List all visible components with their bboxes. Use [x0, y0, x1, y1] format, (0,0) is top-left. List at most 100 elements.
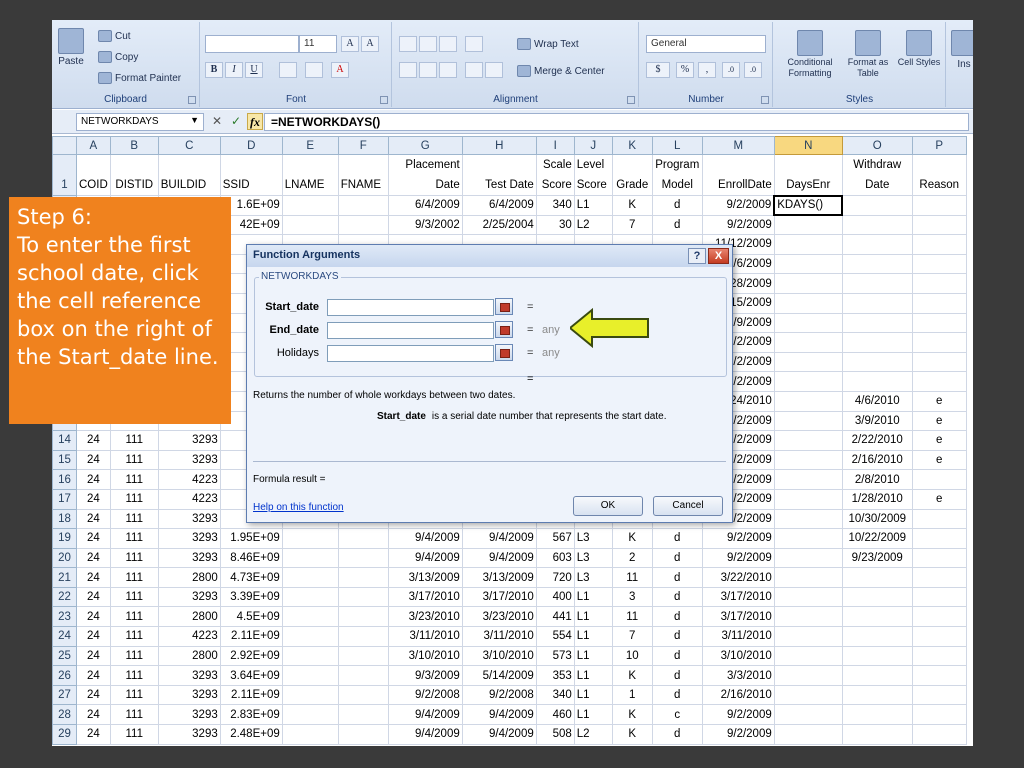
cell[interactable]: [281, 684, 339, 706]
cancel-button[interactable]: Cancel: [653, 496, 723, 516]
cell[interactable]: 9/2/2009: [701, 724, 775, 745]
cell[interactable]: 3293: [157, 704, 221, 726]
cell[interactable]: 3293: [157, 665, 221, 686]
row-header[interactable]: 20: [52, 547, 77, 569]
cell[interactable]: [841, 704, 913, 726]
cell[interactable]: 603: [535, 547, 575, 569]
cell[interactable]: 3293: [157, 547, 221, 569]
cell[interactable]: [773, 430, 843, 451]
header-cell[interactable]: Withdraw Date: [841, 154, 913, 196]
cell[interactable]: 3/17/2010: [461, 586, 537, 608]
align-bottom-button[interactable]: [439, 36, 457, 52]
cell[interactable]: d: [651, 645, 703, 667]
column-header[interactable]: C: [157, 136, 221, 155]
cell[interactable]: 3/11/2010: [461, 626, 537, 647]
cell[interactable]: L1: [573, 645, 613, 667]
cell[interactable]: [773, 528, 843, 549]
cell[interactable]: [773, 469, 843, 490]
cell[interactable]: 111: [109, 645, 159, 667]
row-header[interactable]: 19: [52, 528, 77, 549]
cell[interactable]: 9/4/2009: [387, 704, 463, 726]
cell[interactable]: [337, 684, 389, 706]
cell[interactable]: 8.46E+09: [219, 547, 283, 569]
column-header[interactable]: H: [461, 136, 537, 155]
align-right-button[interactable]: [439, 62, 457, 78]
cell[interactable]: [911, 547, 967, 569]
cell-styles-button[interactable]: Cell Styles: [896, 30, 942, 68]
cell[interactable]: 24: [76, 665, 111, 686]
cell[interactable]: 2800: [157, 606, 221, 628]
row-header[interactable]: 28: [52, 704, 77, 726]
header-cell[interactable]: Placement Date: [387, 154, 463, 196]
cell[interactable]: [337, 528, 389, 549]
header-cell[interactable]: Level Score: [573, 154, 613, 196]
cell[interactable]: 4.73E+09: [219, 567, 283, 588]
cell[interactable]: [773, 292, 843, 314]
cell[interactable]: L2: [573, 724, 613, 745]
column-header[interactable]: J: [573, 136, 613, 155]
start-date-collapse-button[interactable]: [495, 298, 513, 315]
cell[interactable]: 9/4/2009: [461, 724, 537, 745]
cell[interactable]: 24: [76, 567, 111, 588]
cell[interactable]: 554: [535, 626, 575, 647]
cell[interactable]: 2/8/2010: [841, 469, 913, 490]
cell[interactable]: [911, 684, 967, 706]
cell[interactable]: [841, 586, 913, 608]
formula-input[interactable]: =NETWORKDAYS(): [264, 113, 969, 131]
cell[interactable]: K: [611, 724, 653, 745]
header-cell[interactable]: Reason: [911, 154, 967, 196]
cell[interactable]: [841, 606, 913, 628]
cell[interactable]: 10: [611, 645, 653, 667]
cell[interactable]: [911, 214, 967, 236]
cell[interactable]: 441: [535, 606, 575, 628]
cell[interactable]: L3: [573, 567, 613, 588]
cut-button[interactable]: Cut: [98, 30, 131, 42]
font-size-combo[interactable]: 11: [299, 35, 337, 53]
decrease-decimal-button[interactable]: .0: [744, 62, 762, 78]
cell[interactable]: 400: [535, 586, 575, 608]
cell[interactable]: [337, 645, 389, 667]
cell[interactable]: L1: [573, 606, 613, 628]
copy-button[interactable]: Copy: [98, 51, 138, 63]
cell[interactable]: [773, 234, 843, 255]
start-date-input[interactable]: [327, 298, 494, 316]
cell[interactable]: [281, 665, 339, 686]
cell[interactable]: 30: [535, 214, 575, 236]
cell[interactable]: [281, 724, 339, 745]
font-launcher[interactable]: [380, 96, 388, 104]
cell[interactable]: 111: [109, 449, 159, 471]
cell[interactable]: [911, 665, 967, 686]
cell[interactable]: 111: [109, 547, 159, 569]
cell[interactable]: [773, 508, 843, 530]
cell[interactable]: e: [911, 390, 967, 412]
cell[interactable]: 4223: [157, 488, 221, 510]
cell[interactable]: 353: [535, 665, 575, 686]
cell[interactable]: [911, 645, 967, 667]
cell[interactable]: [773, 665, 843, 686]
cell[interactable]: 2800: [157, 567, 221, 588]
cell[interactable]: 3: [611, 586, 653, 608]
cell[interactable]: [281, 195, 339, 216]
cell[interactable]: [841, 312, 913, 334]
cell[interactable]: 1/28/2010: [841, 488, 913, 510]
cell[interactable]: L1: [573, 195, 613, 216]
cell[interactable]: 24: [76, 488, 111, 510]
cell[interactable]: d: [651, 214, 703, 236]
cell[interactable]: [841, 195, 913, 216]
cell[interactable]: L2: [573, 214, 613, 236]
cell[interactable]: 9/4/2009: [387, 528, 463, 549]
cell[interactable]: [773, 586, 843, 608]
cell[interactable]: 111: [109, 724, 159, 745]
cancel-entry-icon[interactable]: ✕: [209, 113, 225, 130]
cell[interactable]: 3/10/2010: [461, 645, 537, 667]
cell[interactable]: [773, 626, 843, 647]
cell[interactable]: 720: [535, 567, 575, 588]
row-header[interactable]: 22: [52, 586, 77, 608]
cell[interactable]: 4.5E+09: [219, 606, 283, 628]
cell[interactable]: [841, 371, 913, 392]
cell[interactable]: 4223: [157, 626, 221, 647]
alignment-launcher[interactable]: [627, 96, 635, 104]
cell[interactable]: [911, 312, 967, 334]
ok-button[interactable]: OK: [573, 496, 643, 516]
cell[interactable]: [841, 351, 913, 373]
